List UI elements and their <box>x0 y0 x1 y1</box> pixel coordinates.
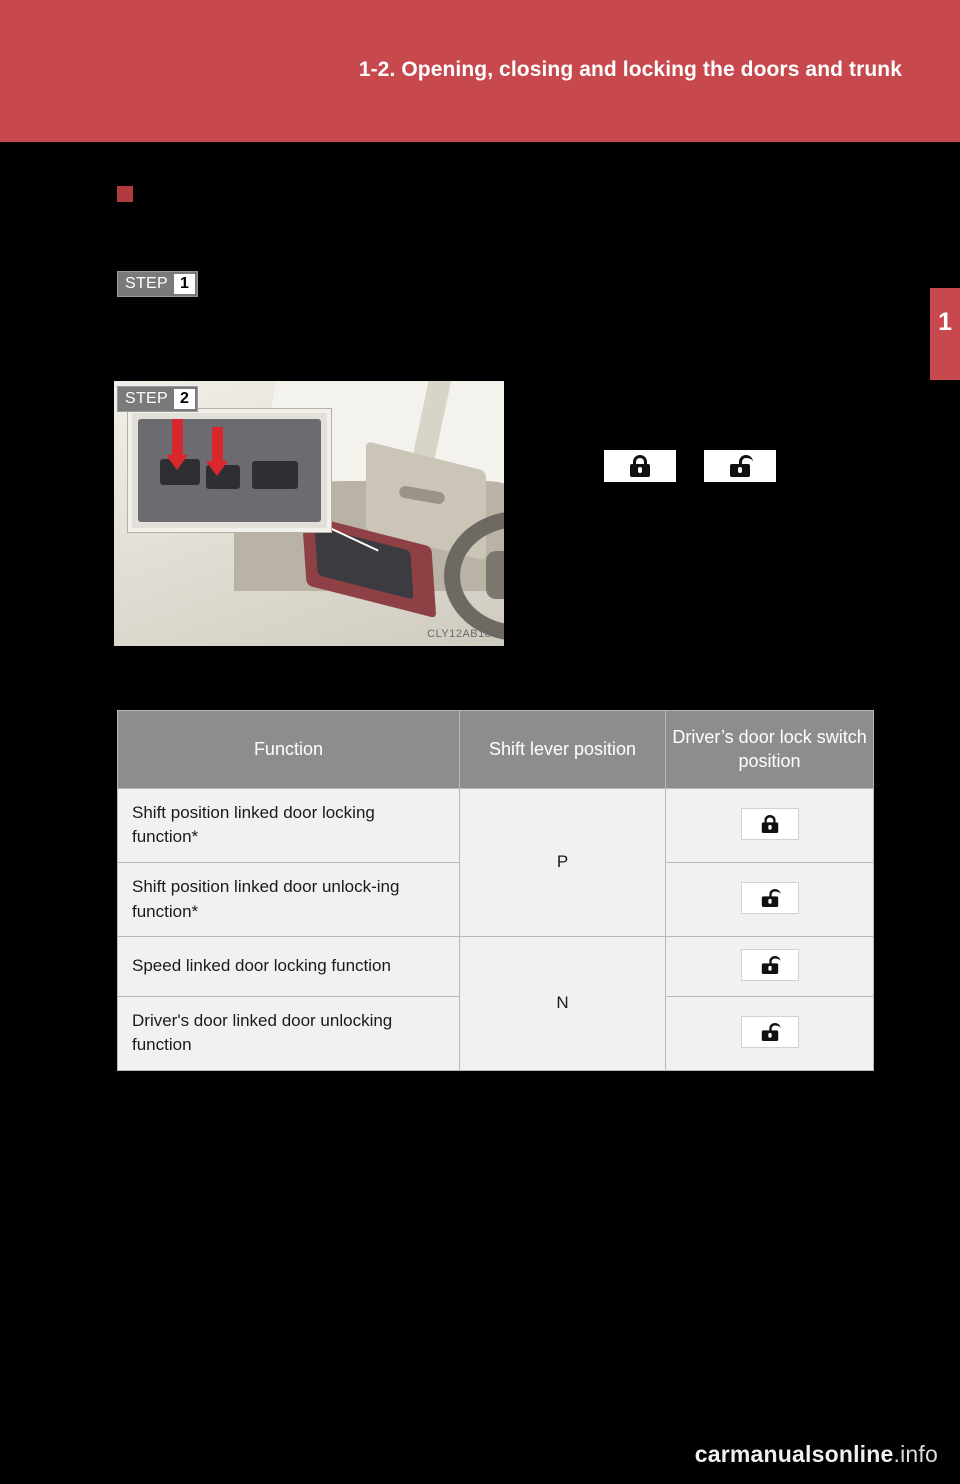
arrow-2-head <box>206 461 228 476</box>
footer-brand-suffix: .info <box>893 1441 938 1467</box>
unlock-keyhole <box>767 1032 772 1038</box>
table-row: Speed linked door locking function N <box>117 936 874 1072</box>
cell-switch-position <box>665 936 874 997</box>
step-label: STEP <box>125 390 168 407</box>
arrow-1-shaft <box>172 419 183 457</box>
cell-function: Shift position linked door unlock-ing fu… <box>117 861 460 938</box>
column-header-switch-position: Driver’s door lock switch position <box>665 710 874 789</box>
table-header: Function Shift lever position Driver’s d… <box>117 710 874 789</box>
unlock-icon <box>740 882 799 915</box>
table-body: Shift position linked door locking funct… <box>117 787 874 1072</box>
footer-brand-main: carmanualsonline <box>694 1441 894 1467</box>
table-row: Shift position linked door locking funct… <box>117 787 874 938</box>
table-header-row: Function Shift lever position Driver’s d… <box>117 710 874 789</box>
illustration-code: CLY12AB188 <box>427 628 498 640</box>
footer-watermark: carmanualsonline.info <box>695 1441 938 1468</box>
cell-switch-position <box>665 787 874 863</box>
door-lock-function-table: Function Shift lever position Driver’s d… <box>117 710 874 1072</box>
steering-hub-shape <box>486 551 504 599</box>
step-label: STEP <box>125 275 168 292</box>
lock-keyhole <box>638 467 642 473</box>
lock-icon-glyph <box>630 455 650 477</box>
cell-shift-position: P <box>458 787 667 938</box>
step-badge-1: STEP 1 <box>117 271 198 297</box>
arrow-2-shaft <box>212 427 223 463</box>
unlock-icon <box>740 949 799 982</box>
page-title: 1-2. Opening, closing and locking the do… <box>358 58 902 81</box>
unlock-icon-glyph <box>761 956 781 975</box>
unlock-icon <box>704 450 776 482</box>
lock-icon <box>604 450 676 482</box>
cell-function: Shift position linked door locking funct… <box>117 787 460 863</box>
cell-shift-position: N <box>458 936 667 1072</box>
unlock-keyhole <box>738 467 742 473</box>
step-number: 2 <box>174 389 195 409</box>
section-marker-square <box>117 186 133 202</box>
unlock-icon-glyph <box>761 889 781 908</box>
unlock-icon <box>740 1016 799 1049</box>
switch-button-3 <box>252 461 298 489</box>
column-header-shift-position: Shift lever position <box>458 710 667 789</box>
lock-keyhole <box>767 824 772 830</box>
lock-icon-glyph <box>761 814 778 833</box>
unlock-icon-glyph <box>730 455 753 477</box>
cell-switch-position <box>665 861 874 938</box>
unlock-keyhole <box>767 899 772 904</box>
cell-switch-position <box>665 995 874 1072</box>
zoom-callout-box <box>128 409 331 532</box>
chapter-number: 1 <box>938 308 952 336</box>
lock-icon <box>740 807 799 840</box>
cell-function: Driver's door linked door unlocking func… <box>117 995 460 1072</box>
illustration-door-lock-switch: CLY12AB188 <box>114 381 504 646</box>
unlock-icon-glyph <box>761 1023 781 1042</box>
arrow-1-head <box>166 455 188 470</box>
unlock-keyhole <box>767 965 772 971</box>
column-header-function: Function <box>117 710 460 789</box>
step-badge-2: STEP 2 <box>117 386 198 412</box>
step-number: 1 <box>174 274 195 294</box>
inline-lock-icon-group <box>604 450 776 482</box>
cell-function: Speed linked door locking function <box>117 936 460 997</box>
